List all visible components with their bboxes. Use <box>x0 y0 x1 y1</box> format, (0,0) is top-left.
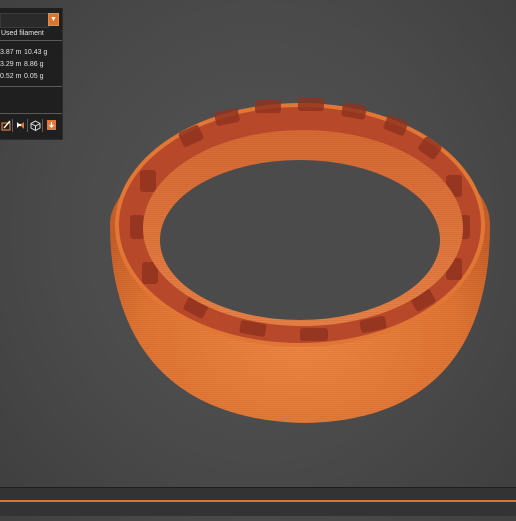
paint-icon <box>16 121 24 129</box>
used-filament-header: Used filament <box>1 30 44 37</box>
status-bar <box>0 487 516 516</box>
filament-length: 3.29 m <box>0 61 22 68</box>
filament-weight: 10.43 g <box>24 49 48 56</box>
filament-length: 0.52 m <box>0 73 22 80</box>
filament-weight: 8.86 g <box>24 61 44 68</box>
progress-line <box>0 500 516 502</box>
toolbar-separator <box>12 119 13 132</box>
cube-view-icon <box>30 119 40 131</box>
chevron-down-icon: ▼ <box>50 16 57 23</box>
divider <box>0 113 62 114</box>
dropdown-toggle-button[interactable]: ▼ <box>48 13 59 26</box>
export-button[interactable] <box>45 118 57 132</box>
slice-edit-icon <box>0 120 11 131</box>
toolbar-separator <box>42 119 43 132</box>
filament-usage-panel: ▼ Used filament 3.87 m 10.43 g 3.29 m 8.… <box>0 8 63 140</box>
paint-button[interactable] <box>14 118 26 132</box>
filament-weight: 0.05 g <box>24 73 44 80</box>
toolbar-separator <box>27 119 28 132</box>
export-icon <box>46 120 56 130</box>
view-toolbar <box>0 118 62 134</box>
view-type-select[interactable] <box>0 13 49 28</box>
filament-length: 3.87 m <box>0 49 22 56</box>
slice-edit-button[interactable] <box>0 118 12 132</box>
3d-viewport[interactable] <box>0 0 516 516</box>
divider <box>0 86 62 87</box>
divider <box>0 40 62 41</box>
ring-model[interactable] <box>0 0 516 516</box>
ring-hole <box>160 160 440 320</box>
cube-view-button[interactable] <box>29 118 41 132</box>
